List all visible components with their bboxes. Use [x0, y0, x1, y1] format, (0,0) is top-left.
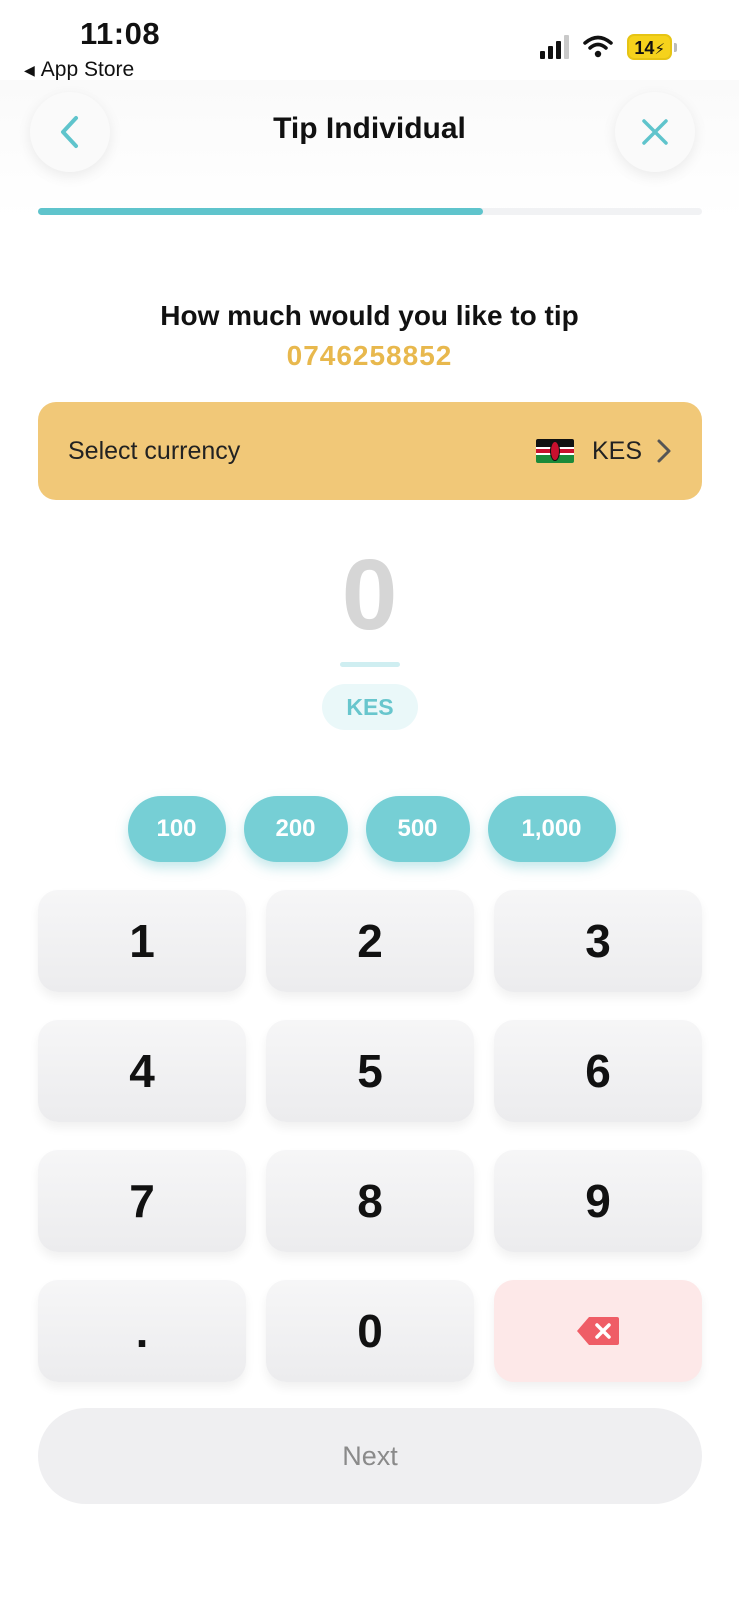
close-icon: [642, 119, 668, 145]
key-0[interactable]: 0: [266, 1280, 474, 1382]
battery-level: 14: [634, 38, 655, 58]
next-button[interactable]: Next: [38, 1408, 702, 1504]
battery-icon: 14⚡: [627, 34, 677, 60]
key-5[interactable]: 5: [266, 1020, 474, 1122]
key-decimal[interactable]: .: [38, 1280, 246, 1382]
delete-key[interactable]: [494, 1280, 702, 1382]
preset-500-button[interactable]: 500: [365, 796, 470, 862]
key-3[interactable]: 3: [494, 890, 702, 992]
back-triangle-icon: ◀: [24, 61, 35, 78]
tip-question: How much would you like to tip: [160, 300, 579, 331]
preset-200-button[interactable]: 200: [243, 796, 348, 862]
key-2[interactable]: 2: [266, 890, 474, 992]
currency-selector[interactable]: Select currency KES: [38, 402, 702, 500]
close-button[interactable]: [615, 92, 695, 172]
numeric-keypad: 1 2 3 4 5 6 7 8 9 . 0: [38, 890, 702, 1382]
amount-display: 0: [341, 539, 398, 651]
currency-selector-label: Select currency: [68, 436, 241, 465]
status-time: 11:08: [80, 16, 161, 51]
key-6[interactable]: 6: [494, 1020, 702, 1122]
backspace-icon: [577, 1317, 619, 1345]
progress-fill: [38, 208, 483, 215]
amount-underline: [340, 662, 400, 667]
progress-bar: [38, 208, 702, 215]
preset-1000-button[interactable]: 1,000: [487, 796, 616, 862]
key-4[interactable]: 4: [38, 1020, 246, 1122]
wifi-icon: [583, 35, 614, 58]
preset-100-button[interactable]: 100: [127, 796, 226, 862]
status-indicators: 14⚡: [540, 34, 677, 60]
key-9[interactable]: 9: [494, 1150, 702, 1252]
cellular-signal-icon: [540, 35, 570, 59]
back-app-label: App Store: [40, 58, 135, 81]
chevron-right-icon: [656, 438, 672, 464]
key-7[interactable]: 7: [38, 1150, 246, 1252]
preset-amounts: 100 200 500 1,000: [0, 796, 739, 862]
currency-code: KES: [591, 436, 642, 465]
back-to-app-link[interactable]: ◀ App Store: [24, 58, 134, 82]
recipient-number: 0746258852: [286, 340, 453, 371]
amount-currency-badge: KES: [322, 684, 418, 730]
key-1[interactable]: 1: [38, 890, 246, 992]
key-8[interactable]: 8: [266, 1150, 474, 1252]
kenya-flag-icon: [535, 439, 574, 463]
